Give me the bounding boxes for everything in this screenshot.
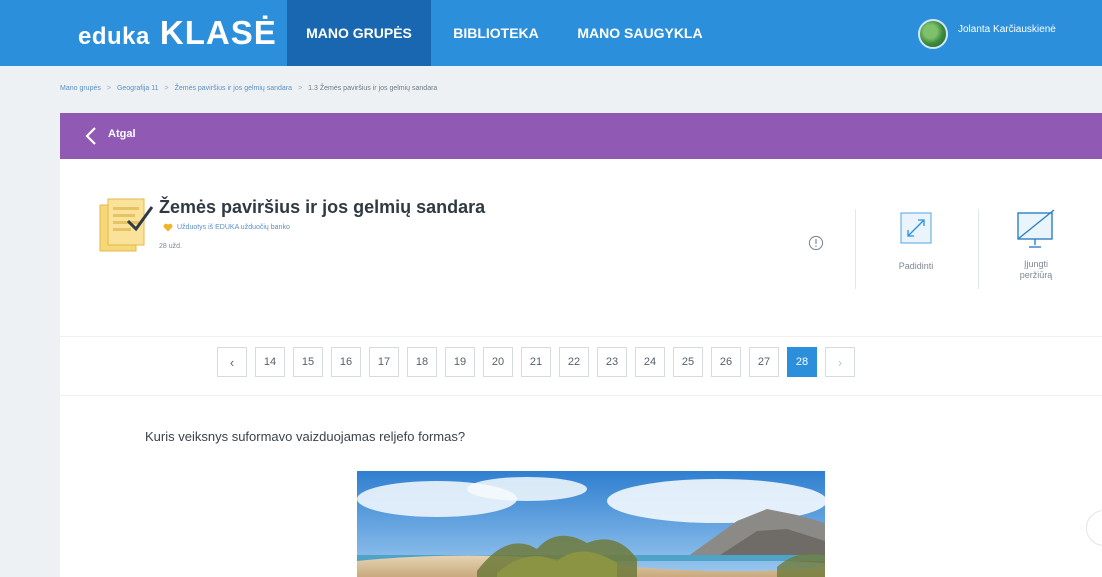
breadcrumb-separator-icon: > — [164, 84, 169, 92]
logo-klase-text: KLASĖ — [159, 14, 277, 51]
page-button[interactable]: 22 — [559, 347, 589, 377]
expand-button[interactable]: Padidinti — [872, 261, 960, 271]
breadcrumb: Mano grupės > Geografija 11 > Žemės pavi… — [60, 80, 437, 96]
user-avatar[interactable] — [918, 19, 948, 49]
page-button[interactable]: 17 — [369, 347, 399, 377]
divider — [60, 395, 1102, 396]
presentation-preview-icon[interactable] — [1015, 207, 1057, 249]
nav-mano-saugykla[interactable]: MANO SAUGYKLA — [560, 0, 720, 66]
breadcrumb-item[interactable]: Geografija 11 — [117, 85, 159, 92]
expand-icon[interactable] — [899, 211, 933, 245]
top-navbar: eduka KLASĖ MANO GRUPĖS BIBLIOTEKA MANO … — [0, 0, 1102, 66]
enable-preview-label-line1: Įjungti — [1023, 259, 1049, 269]
chevron-left-icon[interactable] — [80, 124, 104, 148]
breadcrumb-item[interactable]: Mano grupės — [60, 85, 101, 92]
page-button[interactable]: 20 — [483, 347, 513, 377]
task-source-label: Užduotys iš EDUKA užduočių banko — [177, 224, 290, 231]
prev-page-button[interactable]: ‹ — [217, 347, 247, 377]
page-button[interactable]: 19 — [445, 347, 475, 377]
heart-icon — [163, 223, 173, 232]
breadcrumb-separator-icon: > — [298, 84, 303, 92]
pagination: ‹ 14 15 16 17 18 19 20 21 22 23 24 25 26… — [217, 347, 855, 377]
page-button[interactable]: 21 — [521, 347, 551, 377]
back-button[interactable]: Atgal — [108, 128, 136, 140]
divider — [978, 209, 979, 289]
task-title: Žemės paviršius ir jos gelmių sandara — [159, 197, 486, 217]
nav-mano-grupes[interactable]: MANO GRUPĖS — [287, 0, 431, 66]
content-panel: Žemės paviršius ir jos gelmių sandara Už… — [60, 159, 1102, 577]
divider — [60, 336, 1102, 337]
page-button[interactable]: 14 — [255, 347, 285, 377]
next-page-button[interactable]: › — [825, 347, 855, 377]
enable-preview-button[interactable]: Įjungti peržiūrą — [996, 259, 1076, 281]
page-button[interactable]: 16 — [331, 347, 361, 377]
back-bar: Atgal — [60, 113, 1102, 159]
page-button[interactable]: 15 — [293, 347, 323, 377]
landscape-photo — [357, 471, 825, 577]
page-button[interactable]: 23 — [597, 347, 627, 377]
task-source: Užduotys iš EDUKA užduočių banko — [163, 223, 290, 232]
user-name[interactable]: Jolanta Karčiauskienė — [958, 24, 1056, 35]
info-icon[interactable] — [808, 235, 824, 251]
nav-biblioteka[interactable]: BIBLIOTEKA — [440, 0, 552, 66]
current-page-button[interactable]: 28 — [787, 347, 817, 377]
task-sheet-icon — [99, 198, 154, 252]
breadcrumb-item[interactable]: Žemės paviršius ir jos gelmių sandara — [175, 85, 293, 92]
enable-preview-label-line2: peržiūrą — [1019, 270, 1053, 280]
page-button[interactable]: 24 — [635, 347, 665, 377]
page-button[interactable]: 27 — [749, 347, 779, 377]
eduka-klase-logo[interactable]: eduka KLASĖ — [78, 14, 277, 51]
page-button[interactable]: 26 — [711, 347, 741, 377]
question-text: Kuris veiksnys suformavo vaizduojamas re… — [145, 429, 466, 444]
divider — [855, 209, 856, 289]
page-button[interactable]: 25 — [673, 347, 703, 377]
logo-eduka-text: eduka — [78, 23, 150, 50]
page-button[interactable]: 18 — [407, 347, 437, 377]
breadcrumb-current: 1.3 Žemės paviršius ir jos gelmių sandar… — [308, 84, 438, 92]
breadcrumb-separator-icon: > — [106, 84, 111, 92]
task-count: 28 užd. — [159, 243, 182, 250]
